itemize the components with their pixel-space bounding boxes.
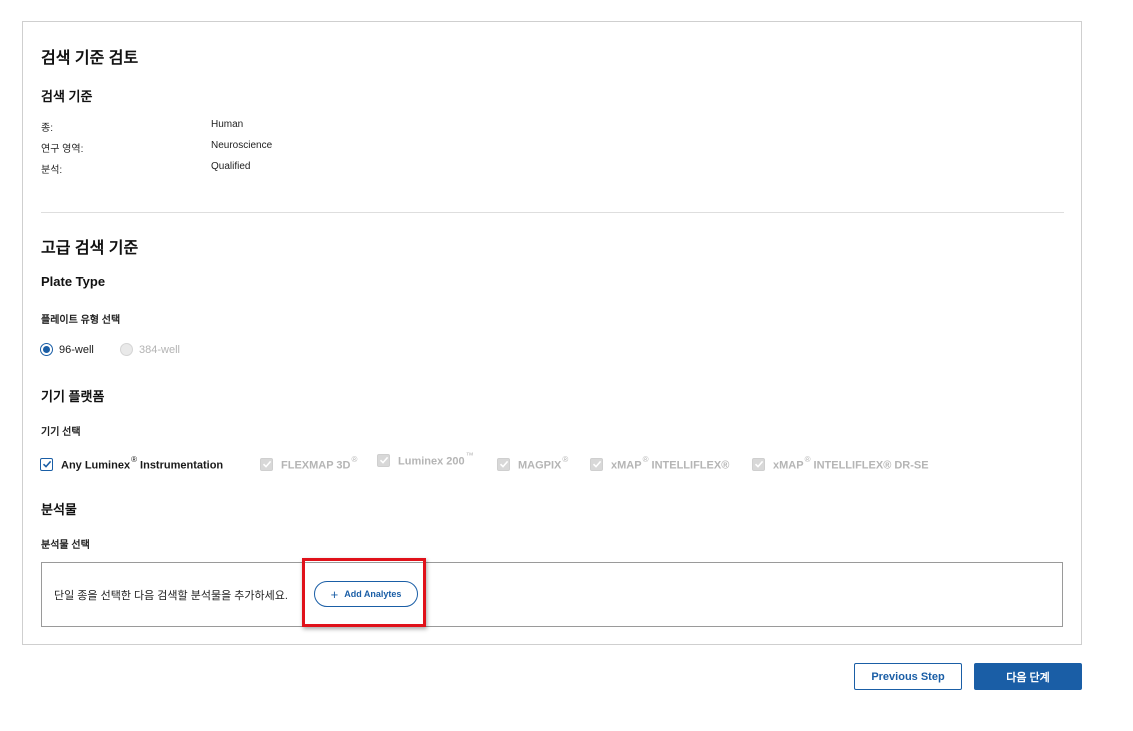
- checkmark-icon: [260, 457, 273, 471]
- checkbox-xmap-intelliflex[interactable]: xMAP® INTELLIFLEX®: [590, 455, 730, 472]
- radio-96-well-label: 96-well: [59, 343, 94, 356]
- checkbox-luminex-200-label: Luminex 200™: [398, 451, 474, 468]
- section-divider: [41, 212, 1064, 213]
- analyte-heading: 분석물: [41, 502, 77, 517]
- analyte-selection-box: 단일 종을 선택한 다음 검색할 분석물을 추가하세요. + Add Analy…: [41, 562, 1063, 627]
- criteria-label-species: 종:: [41, 123, 53, 134]
- plate-type-heading: Plate Type: [41, 274, 106, 289]
- checkbox-flexmap-3d[interactable]: FLEXMAP 3D®: [260, 455, 358, 472]
- criteria-value-analysis: Qualified: [211, 161, 251, 172]
- highlight-box: [302, 558, 426, 627]
- radio-384-well[interactable]: 384-well: [120, 343, 180, 356]
- instrument-heading: 기기 플랫폼: [41, 389, 105, 404]
- criteria-label-analysis: 분석:: [41, 165, 63, 176]
- instrument-label: 기기 선택: [41, 427, 81, 438]
- criteria-heading: 검색 기준: [41, 89, 93, 104]
- previous-step-button[interactable]: Previous Step: [854, 663, 962, 690]
- checkmark-icon: [590, 457, 603, 471]
- checkmark-icon: [752, 457, 765, 471]
- checkbox-magpix[interactable]: MAGPIX®: [497, 455, 569, 472]
- checkbox-xmap-intelliflex-dr-se[interactable]: xMAP® INTELLIFLEX® DR-SE: [752, 455, 929, 472]
- page-title: 검색 기준 검토: [41, 50, 139, 67]
- criteria-label-research-area: 연구 영역:: [41, 144, 84, 155]
- checkbox-xmap-intelliflex-dr-se-label: xMAP® INTELLIFLEX® DR-SE: [773, 455, 929, 472]
- checkmark-icon: [497, 457, 510, 471]
- checkbox-magpix-label: MAGPIX®: [518, 455, 569, 472]
- checkbox-luminex-200[interactable]: Luminex 200™: [377, 451, 474, 468]
- radio-selected-icon: [40, 343, 53, 356]
- checkmark-icon: [377, 453, 390, 467]
- next-step-button[interactable]: 다음 단계: [974, 663, 1082, 690]
- radio-384-well-label: 384-well: [139, 343, 180, 356]
- criteria-value-research-area: Neuroscience: [211, 140, 273, 151]
- checkbox-flexmap-3d-label: FLEXMAP 3D®: [281, 455, 358, 472]
- search-review-panel: 검색 기준 검토 검색 기준 종: Human 연구 영역: Neuroscie…: [22, 21, 1082, 645]
- checkmark-icon: [40, 457, 53, 471]
- radio-disabled-icon: [120, 343, 133, 356]
- checkbox-any-luminex-label: Any Luminex® Instrumentation: [61, 455, 224, 472]
- radio-96-well[interactable]: 96-well: [40, 343, 94, 356]
- advanced-title: 고급 검색 기준: [41, 240, 139, 257]
- analyte-label: 분석물 선택: [41, 540, 90, 551]
- checkbox-xmap-intelliflex-label: xMAP® INTELLIFLEX®: [611, 455, 730, 472]
- plate-type-label: 플레이트 유형 선택: [41, 315, 121, 326]
- checkbox-any-luminex[interactable]: Any Luminex® Instrumentation: [40, 455, 224, 472]
- analyte-hint: 단일 종을 선택한 다음 검색할 분석물을 추가하세요.: [54, 590, 288, 602]
- criteria-value-species: Human: [211, 119, 244, 130]
